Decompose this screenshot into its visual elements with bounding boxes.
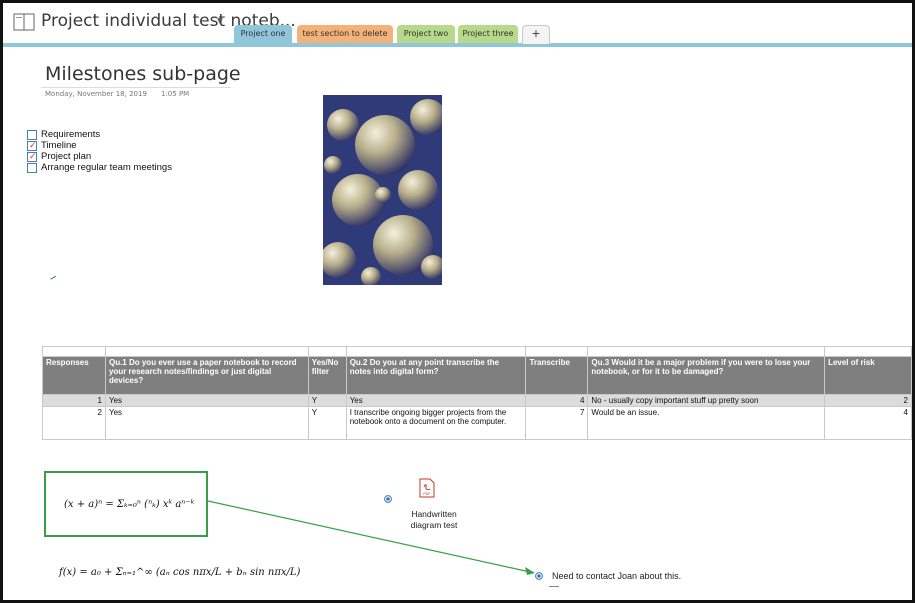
caption-line: diagram test bbox=[410, 520, 458, 530]
fourier-formula[interactable]: f(x) = a₀ + Σₙ₌₁^∞ (aₙ cos nπx/L + bₙ si… bbox=[59, 567, 300, 578]
bullet-icon bbox=[535, 572, 543, 580]
formula-container[interactable]: (x + a)ⁿ = Σₖ₌₀ⁿ (ⁿₖ) xᵏ aⁿ⁻ᵏ bbox=[44, 471, 208, 537]
pdf-icon-label: PDF bbox=[423, 492, 431, 496]
note-text[interactable]: Need to contact Joan about this. bbox=[552, 571, 681, 581]
ink-underline bbox=[549, 586, 559, 587]
caption-line: Handwritten bbox=[411, 509, 457, 519]
attachment-caption[interactable]: Handwritten diagram test bbox=[399, 509, 469, 531]
pdf-icon[interactable]: PDF bbox=[419, 478, 435, 498]
onenote-window: Project individual test noteb... ▼ Proje… bbox=[0, 0, 915, 603]
binomial-formula[interactable]: (x + a)ⁿ = Σₖ₌₀ⁿ (ⁿₖ) xᵏ aⁿ⁻ᵏ bbox=[64, 499, 194, 510]
bullet-icon bbox=[384, 495, 392, 503]
